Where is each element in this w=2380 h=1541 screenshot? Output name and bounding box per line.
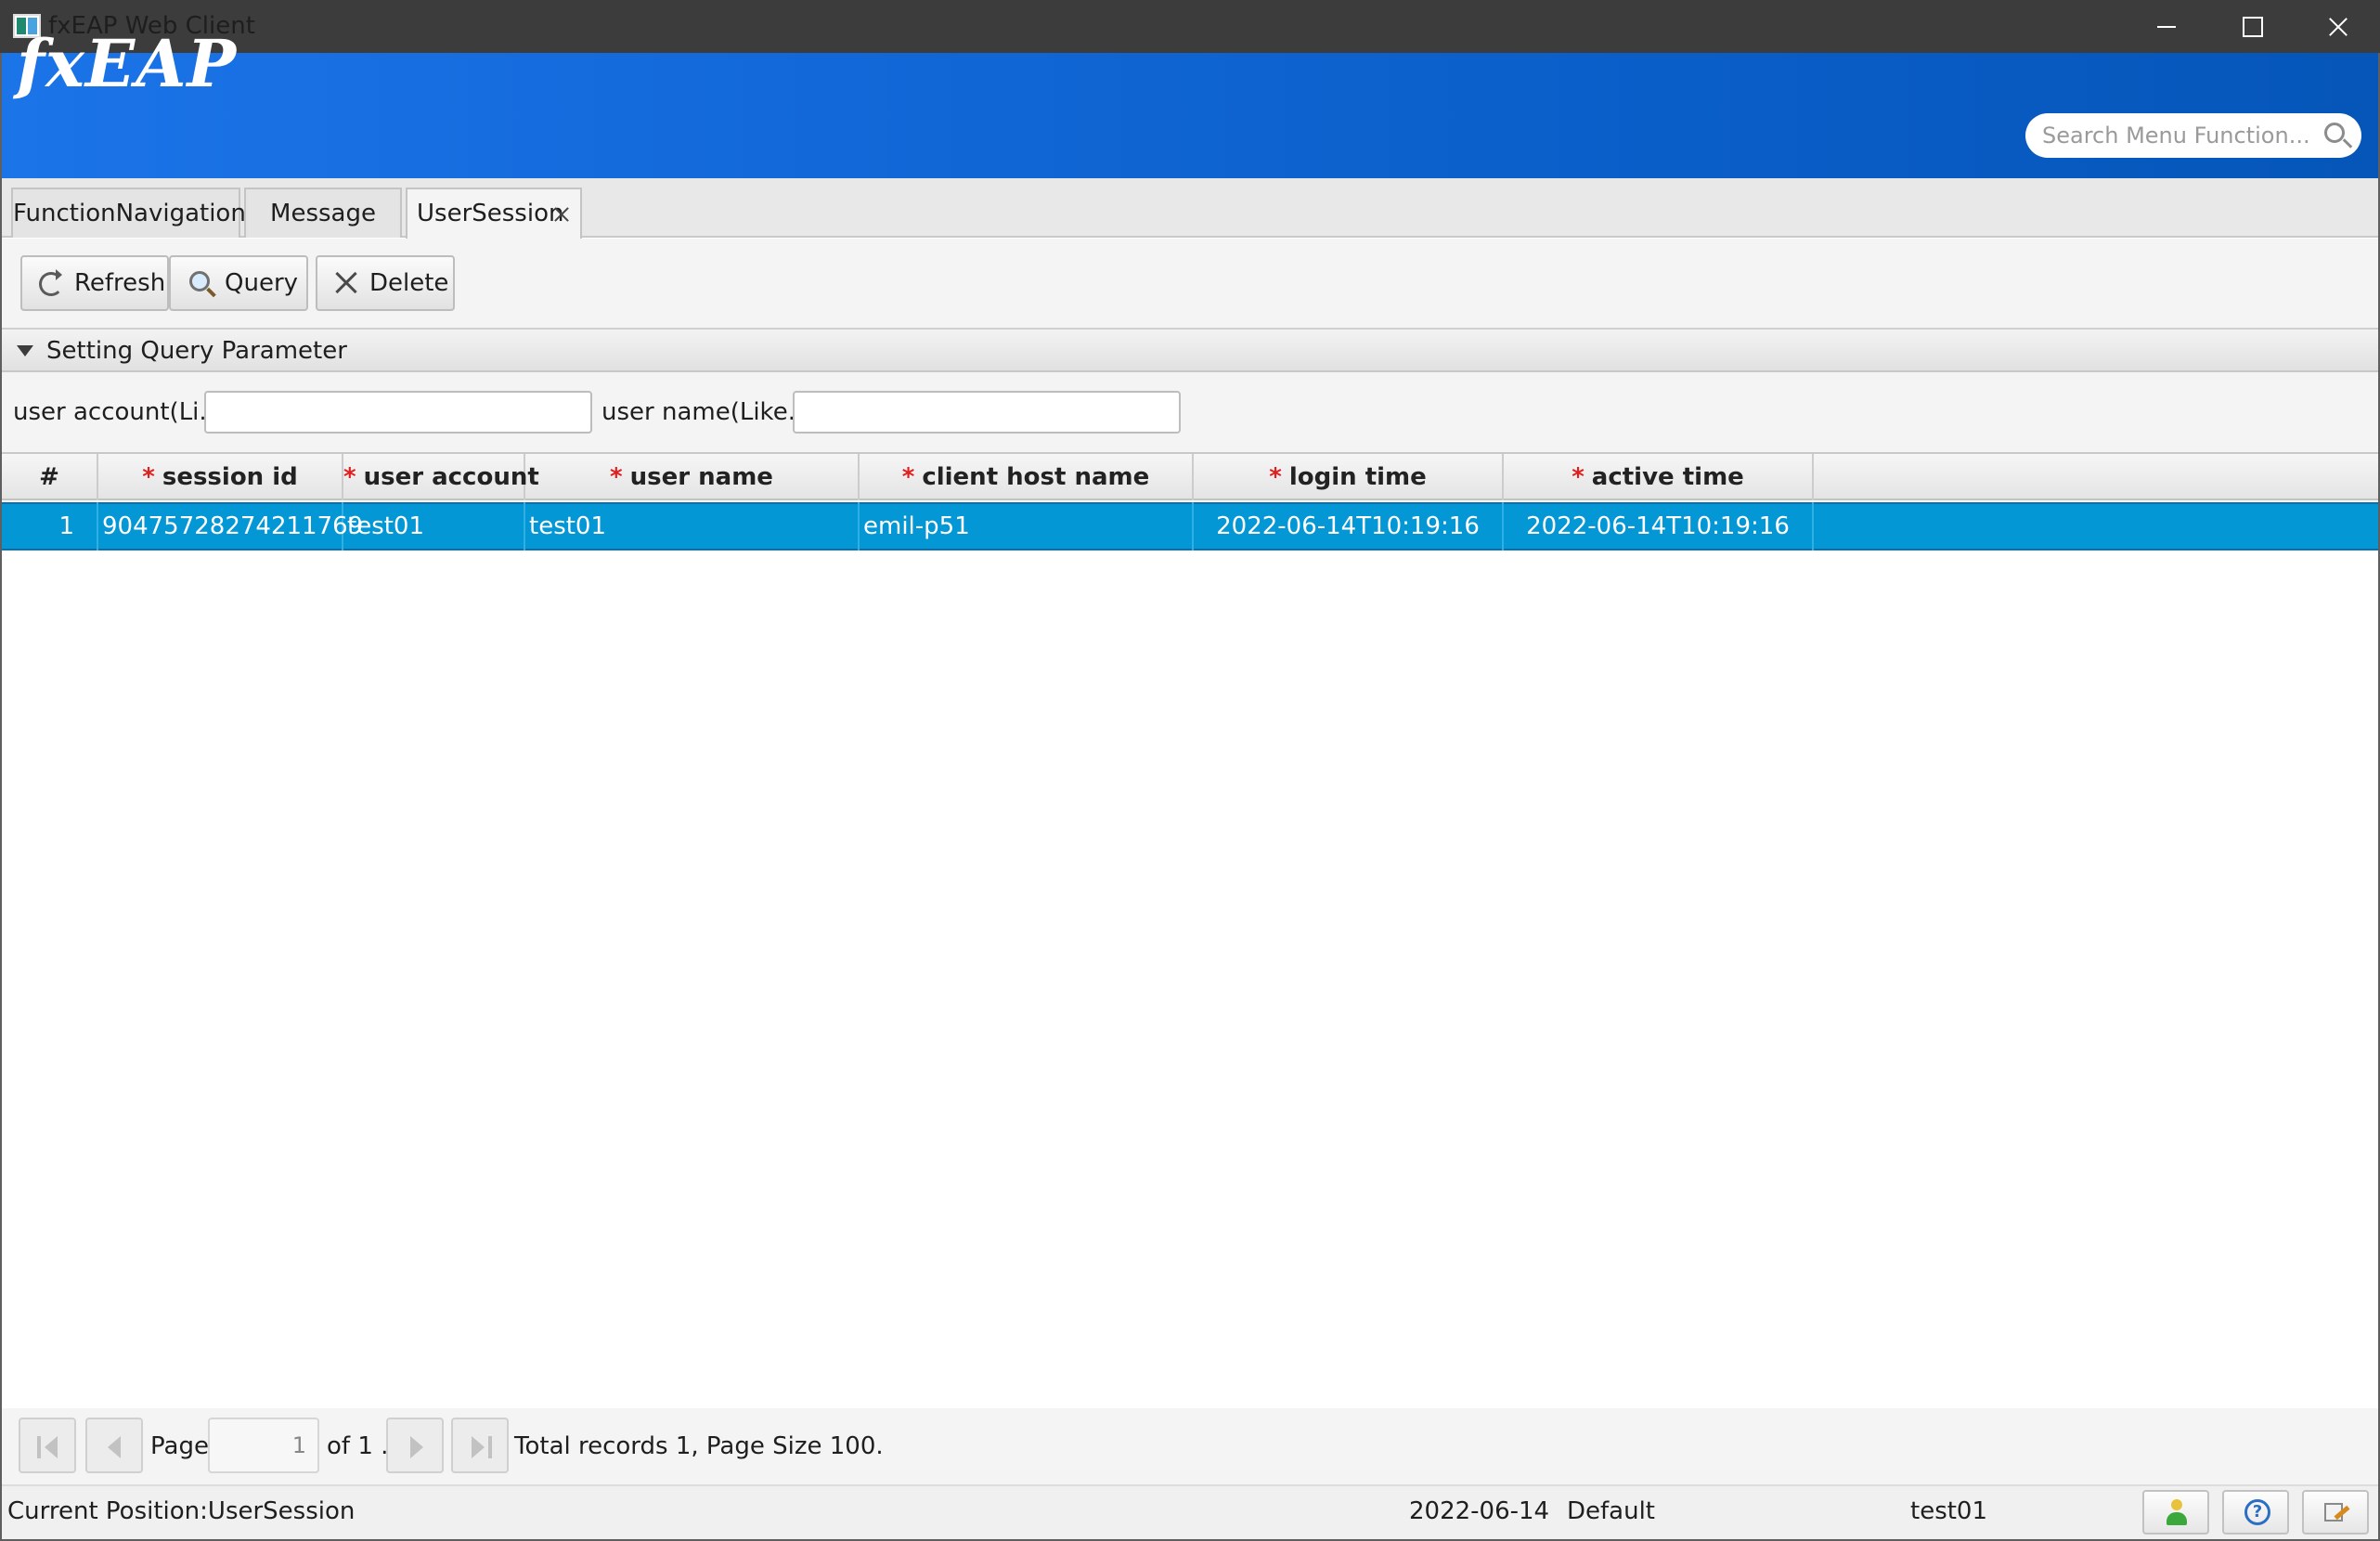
status-bar [2, 1484, 2378, 1539]
status-theme: Default [1567, 1497, 1655, 1525]
page-count-text: of 1 . [327, 1432, 389, 1460]
status-user: test01 [1910, 1497, 1988, 1525]
tab-user-session[interactable]: UserSession [406, 188, 582, 240]
required-marker: * [1269, 463, 1282, 491]
required-marker: * [901, 463, 915, 491]
query-button[interactable]: Query [169, 255, 308, 311]
user-account-field[interactable] [204, 391, 592, 434]
tab-function-navigation[interactable]: FunctionNavigation [11, 188, 246, 238]
cell-active-time[interactable]: 2022-06-14T10:19:16 [1504, 502, 1814, 550]
tab-label: FunctionNavigation [13, 200, 246, 227]
cell-login-time[interactable]: 2022-06-14T10:19:16 [1194, 502, 1504, 550]
user-name-label: user name(Like... [601, 398, 811, 426]
column-header-active-time[interactable]: * active time [1504, 454, 1814, 500]
column-header-number[interactable]: # [2, 454, 98, 500]
session-table [2, 454, 2378, 1408]
menu-search-input[interactable] [2042, 113, 2311, 158]
magnifier-icon [189, 271, 210, 291]
user-icon [2167, 1499, 2187, 1525]
tab-label: UserSession [417, 200, 564, 227]
query-panel-title[interactable]: Setting Query Parameter [46, 334, 347, 368]
required-marker: * [610, 463, 623, 491]
required-marker: * [142, 463, 155, 491]
refresh-button[interactable]: Refresh [20, 255, 169, 311]
close-icon[interactable] [552, 205, 571, 224]
window-titlebar [0, 0, 2380, 53]
refresh-label: Refresh [74, 269, 166, 297]
column-header-client-host-name[interactable]: * client host name [860, 454, 1194, 500]
app-header [0, 53, 2380, 178]
user-name-field[interactable] [793, 391, 1181, 434]
query-label: Query [225, 269, 299, 297]
maximize-icon[interactable] [2207, 0, 2293, 53]
cell-user-account[interactable]: test01 [343, 502, 525, 550]
last-page-button[interactable] [451, 1418, 509, 1473]
search-icon[interactable] [2324, 123, 2345, 143]
query-panel-header[interactable] [2, 330, 2378, 372]
tab-label: Message [270, 200, 376, 227]
menu-search-box[interactable] [2025, 113, 2361, 158]
delete-icon [334, 271, 358, 295]
column-header-login-time[interactable]: * login time [1194, 454, 1504, 500]
cell-session-id[interactable]: 90475728274211769 [98, 502, 363, 550]
close-icon[interactable] [2293, 0, 2378, 53]
first-page-icon [37, 1436, 41, 1458]
delete-button[interactable]: Delete [316, 255, 455, 311]
next-page-button[interactable] [386, 1418, 444, 1473]
chevron-right-icon [410, 1436, 423, 1458]
cell-row-number[interactable]: 1 [2, 502, 98, 550]
collapse-triangle-icon[interactable] [17, 345, 33, 356]
user-account-label: user account(Li... [13, 398, 223, 426]
previous-page-button[interactable] [85, 1418, 143, 1473]
required-marker: * [1572, 463, 1585, 491]
cell-user-name[interactable]: test01 [525, 502, 860, 550]
column-header-user-name[interactable]: * user name [525, 454, 860, 500]
current-position-text: Current Position:UserSession [7, 1497, 356, 1525]
page-number-input[interactable] [208, 1418, 319, 1473]
column-header-user-account[interactable]: * user account [343, 454, 539, 500]
chevron-left-icon [108, 1436, 121, 1458]
required-marker: * [343, 463, 356, 491]
user-profile-button[interactable] [2142, 1490, 2209, 1535]
status-date: 2022-06-14 [1409, 1497, 1550, 1525]
minimize-icon[interactable] [2122, 0, 2207, 53]
cell-client-host-name[interactable]: emil-p51 [860, 502, 1194, 550]
app-logo: fxEAP [17, 25, 238, 102]
column-header-session-id[interactable]: * session id [98, 454, 343, 500]
notes-button[interactable] [2302, 1490, 2369, 1535]
help-button[interactable]: ? [2222, 1490, 2289, 1535]
help-icon: ? [2244, 1499, 2270, 1525]
total-records-text: Total records 1, Page Size 100. [514, 1432, 884, 1460]
delete-label: Delete [369, 269, 449, 297]
tab-message[interactable]: Message [244, 188, 402, 238]
page-label: Page [150, 1432, 209, 1460]
refresh-icon [39, 269, 63, 296]
notes-icon [2324, 1501, 2348, 1523]
first-page-button[interactable] [19, 1418, 76, 1473]
last-page-icon [472, 1436, 485, 1458]
